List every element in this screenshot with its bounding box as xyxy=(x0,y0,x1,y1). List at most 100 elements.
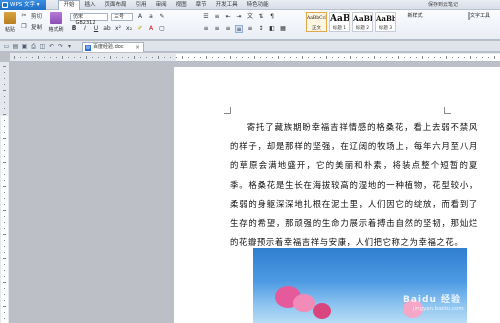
ruler-tick xyxy=(428,57,429,58)
ruler-tick xyxy=(80,57,81,58)
ruler-tick xyxy=(404,57,405,58)
highlight-icon[interactable]: ✐ xyxy=(136,25,144,33)
format-painter-button[interactable]: 格式刷 xyxy=(46,12,66,33)
ruler-tick xyxy=(3,114,6,115)
distributed-icon[interactable]: ≡ xyxy=(246,25,254,33)
paste-icon xyxy=(4,12,16,24)
ruler-tick xyxy=(4,276,5,277)
style-heading-3[interactable]: AaBbC 标题 3 xyxy=(375,12,396,32)
bold-icon[interactable]: B xyxy=(70,25,78,33)
inserted-flower-image[interactable]: Baidu 经验 jingyan.baidu.com xyxy=(253,248,467,323)
paste-button[interactable]: 粘贴 xyxy=(3,12,17,33)
ruler-tick xyxy=(302,56,303,59)
menu-tab-review[interactable]: 审阅 xyxy=(151,0,171,10)
new-doc-icon[interactable]: ▭ xyxy=(3,43,10,50)
title-bar: WPS 文字 ▾ 开始 插入 页面布局 引用 审阅 视图 章节 开发工具 特色功… xyxy=(0,0,500,11)
style-heading-1-label: 标题 1 xyxy=(332,26,347,31)
new-style-label: 新样式 xyxy=(407,13,423,19)
chinese-layout-icon[interactable]: 文 xyxy=(246,13,254,21)
app-name: WPS 文字 xyxy=(10,2,35,8)
menu-tab-chapter[interactable]: 章节 xyxy=(191,0,211,10)
increase-indent-icon[interactable]: ⇥ xyxy=(235,13,243,21)
menu-tab-references[interactable]: 引用 xyxy=(131,0,151,10)
ruler-tick xyxy=(380,57,381,58)
body-paragraph[interactable]: 寄托了藏族期盼幸福吉祥情感的格桑花，看上去弱不禁风的样子，却是那样的坚强，在辽阔… xyxy=(230,118,478,252)
close-tab-icon[interactable]: × xyxy=(135,43,140,52)
horizontal-ruler[interactable] xyxy=(10,53,500,62)
line-spacing-icon[interactable]: ↕ xyxy=(257,25,265,33)
align-left-icon[interactable]: ≡ xyxy=(202,25,210,33)
align-right-icon[interactable]: ≡ xyxy=(224,25,232,33)
font-size-select[interactable]: 三号 xyxy=(111,13,133,21)
ruler-tick xyxy=(104,57,105,58)
style-heading-2[interactable]: AaBb 标题 2 xyxy=(352,12,373,32)
vertical-ruler[interactable] xyxy=(0,62,10,323)
preview-icon[interactable]: ◫ xyxy=(39,43,46,50)
document-tab[interactable]: W 百度经验.doc × xyxy=(82,42,144,52)
char-border-icon[interactable]: ▢ xyxy=(158,25,166,33)
cut-button[interactable]: ✂ 剪切 xyxy=(20,12,42,20)
underline-icon[interactable]: U xyxy=(92,25,100,33)
undo-icon[interactable]: ↶ xyxy=(48,43,55,50)
style-normal-sample: AaBbCcDd xyxy=(307,16,326,21)
ruler-tick xyxy=(164,57,165,58)
shrink-font-icon[interactable]: a xyxy=(147,13,155,21)
menu-tab-developer[interactable]: 开发工具 xyxy=(211,0,242,10)
ruler-tick xyxy=(338,57,339,58)
save-icon[interactable]: ▣ xyxy=(21,43,28,50)
menu-tab-layout[interactable]: 页面布局 xyxy=(100,0,131,10)
italic-icon[interactable]: I xyxy=(81,25,89,33)
open-icon[interactable]: ▤ xyxy=(12,43,19,50)
decrease-indent-icon[interactable]: ⇤ xyxy=(224,13,232,21)
strikethrough-icon[interactable]: ab xyxy=(103,25,111,33)
app-menu-button[interactable]: WPS 文字 ▾ xyxy=(0,0,46,10)
font-color-icon[interactable]: A xyxy=(147,25,155,33)
ruler-tick xyxy=(320,57,321,58)
paragraph-row-2: ≡ ≡ ≡ ≡ ≡ ↕ ◧ ▦ xyxy=(202,25,287,33)
ruler-tick xyxy=(4,270,5,271)
grow-font-icon[interactable]: A xyxy=(136,13,144,21)
ruler-tick xyxy=(458,57,459,58)
wps-doc-icon: W xyxy=(85,45,91,51)
style-heading-1[interactable]: AaBl 标题 1 xyxy=(329,12,350,32)
ruler-tick xyxy=(374,56,375,59)
ruler-tick xyxy=(4,120,5,121)
ruler-tick xyxy=(4,318,5,319)
font-name-select[interactable]: 仿宋_GB2312 xyxy=(70,13,108,26)
subscript-icon[interactable]: x₂ xyxy=(125,25,133,33)
bullets-icon[interactable]: ☰ xyxy=(202,13,210,21)
save-to-cloud-notes-button[interactable]: 保存到云笔记 xyxy=(428,0,458,10)
ruler-tick xyxy=(4,102,5,103)
ruler-tick xyxy=(422,56,423,59)
ruler-tick xyxy=(272,57,273,58)
justify-icon[interactable]: ≡ xyxy=(235,25,243,33)
customize-dropdown-icon[interactable]: ▾ xyxy=(66,43,73,50)
menu-tab-features[interactable]: 特色功能 xyxy=(242,0,273,10)
align-center-icon[interactable]: ≡ xyxy=(213,25,221,33)
ruler-tick xyxy=(4,198,5,199)
shading-icon[interactable]: ◧ xyxy=(268,25,276,33)
ruler-tick xyxy=(314,57,315,58)
copy-button[interactable]: ❐ 复制 xyxy=(20,23,42,31)
borders-icon[interactable]: ▦ xyxy=(279,25,287,33)
ruler-tick xyxy=(488,57,489,58)
menu-tab-insert[interactable]: 插入 xyxy=(80,0,100,10)
numbering-icon[interactable]: ≡ xyxy=(213,13,221,21)
redo-icon[interactable]: ↷ xyxy=(57,43,64,50)
text-tools-button[interactable]: 文字工具 xyxy=(462,12,496,20)
sort-icon[interactable]: ⇅ xyxy=(257,13,265,21)
clear-format-icon[interactable]: ✎ xyxy=(158,13,166,21)
ruler-tick xyxy=(4,108,5,109)
ruler-tick xyxy=(296,57,297,58)
show-marks-icon[interactable]: ¶ xyxy=(268,13,276,21)
new-style-button[interactable]: 新样式 xyxy=(402,12,428,19)
ruler-tick xyxy=(4,312,5,313)
menu-tab-view[interactable]: 视图 xyxy=(171,0,191,10)
document-page[interactable]: 寄托了藏族期盼幸福吉祥情感的格桑花，看上去弱不禁风的样子，却是那样的坚强，在辽阔… xyxy=(174,67,500,323)
superscript-icon[interactable]: x² xyxy=(114,25,122,33)
style-normal[interactable]: AaBbCcDd 正文 xyxy=(306,12,327,32)
ruler-tick xyxy=(182,56,183,59)
baidu-watermark-url: jingyan.baidu.com xyxy=(413,306,464,312)
print-icon[interactable]: ⎙ xyxy=(30,43,37,50)
ruler-tick xyxy=(3,138,6,139)
